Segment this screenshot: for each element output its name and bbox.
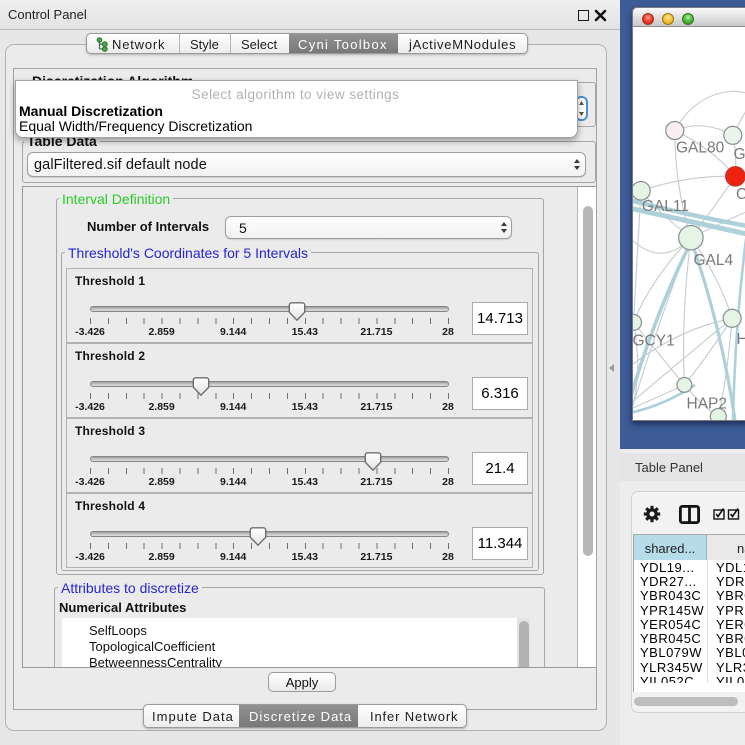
svg-text:H: H bbox=[737, 331, 745, 348]
svg-text:C: C bbox=[736, 186, 745, 203]
svg-text:GCY1: GCY1 bbox=[633, 333, 675, 350]
svg-text:HAP2: HAP2 bbox=[687, 396, 728, 413]
svg-text:GAL80: GAL80 bbox=[676, 140, 725, 157]
svg-text:GAL11: GAL11 bbox=[642, 198, 689, 215]
svg-text:GA: GA bbox=[734, 146, 745, 163]
svg-text:GAL4: GAL4 bbox=[694, 252, 734, 269]
